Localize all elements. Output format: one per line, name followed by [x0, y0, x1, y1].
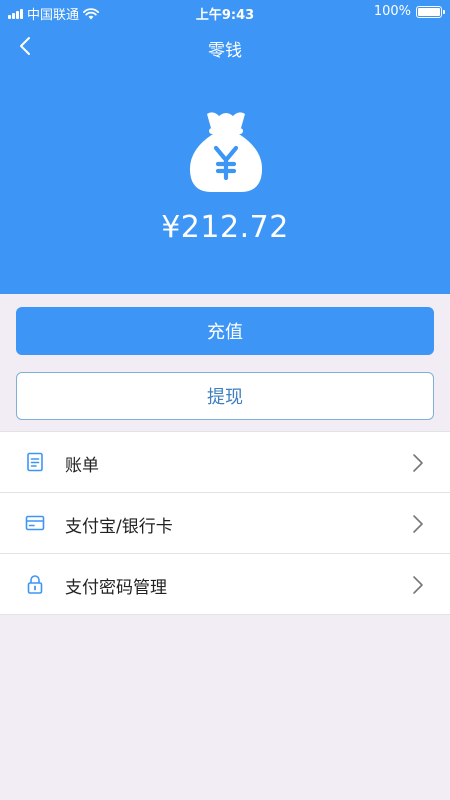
- chevron-right-icon: [413, 515, 423, 533]
- menu-item-bill[interactable]: 账单: [0, 432, 450, 493]
- lock-icon: [27, 575, 43, 594]
- menu-item-payment-password[interactable]: 支付密码管理: [0, 554, 450, 615]
- menu-item-payment-cards[interactable]: 支付宝/银行卡: [0, 493, 450, 554]
- status-bar: 中国联通 上午9:43 100%: [0, 0, 450, 24]
- menu-item-label: 账单: [65, 456, 99, 476]
- battery-percent: 100%: [373, 4, 411, 19]
- balance-amount: ¥212.72: [161, 210, 289, 245]
- recharge-button[interactable]: 充值: [16, 307, 434, 355]
- nav-bar: 零钱: [0, 24, 450, 68]
- menu-item-label: 支付密码管理: [65, 578, 167, 598]
- chevron-right-icon: [413, 454, 423, 472]
- bill-icon: [27, 452, 43, 472]
- chevron-right-icon: [413, 576, 423, 594]
- withdraw-button[interactable]: 提现: [16, 372, 434, 420]
- menu-list: 账单 支付宝/银行卡 支付密码管理: [0, 431, 450, 615]
- battery-icon: [416, 5, 445, 18]
- menu-item-label: 支付宝/银行卡: [65, 517, 173, 537]
- status-right: 100%: [373, 4, 445, 19]
- money-bag-yuan-icon: [189, 112, 263, 192]
- page-title: 零钱: [208, 41, 242, 61]
- header: 中国联通 上午9:43 100% 零钱 ¥212.72: [0, 0, 450, 294]
- card-icon: [25, 515, 45, 531]
